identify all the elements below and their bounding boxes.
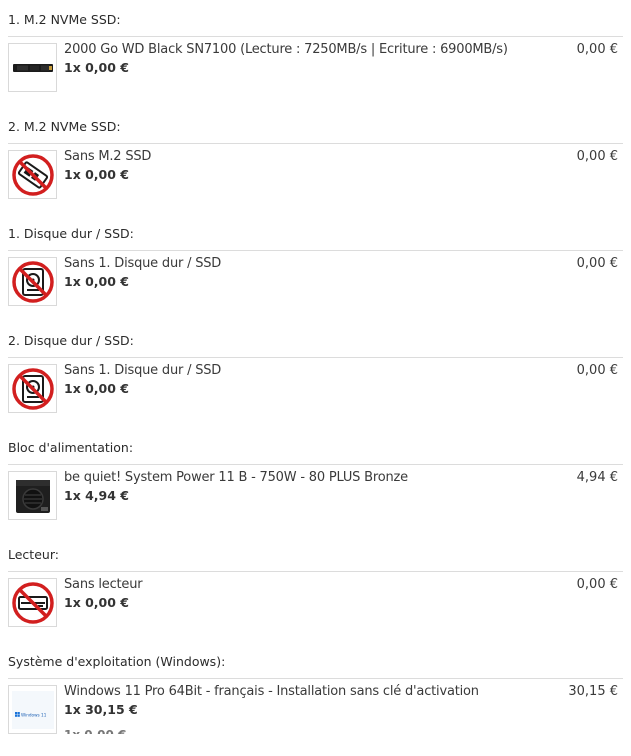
product-thumbnail[interactable] xyxy=(8,471,57,520)
config-section-hdd-1: 1. Disque dur / SSD: Sans 1. Disque dur … xyxy=(8,221,623,328)
item-quantity: 1x 0,00 € xyxy=(64,60,130,75)
no-optical-drive-icon xyxy=(11,581,54,624)
section-divider xyxy=(8,357,623,358)
ssd-image xyxy=(12,63,53,72)
windows-11-box-image: Windows 11 xyxy=(11,690,54,729)
config-section-m2-ssd-2: 2. M.2 NVMe SSD: Sans M.2 SSD 1x 0,00 € … xyxy=(8,114,623,221)
config-section-operating-system: Système d'exploitation (Windows): Window… xyxy=(8,649,623,756)
item-price: 0,00 € xyxy=(576,256,618,271)
config-section-power-supply: Bloc d'alimentation: be quiet! System Po… xyxy=(8,435,623,542)
item-name: Windows 11 Pro 64Bit - français - Instal… xyxy=(64,684,479,699)
product-thumbnail[interactable] xyxy=(8,150,57,199)
no-m2-ssd-icon xyxy=(11,153,54,196)
section-title: 2. Disque dur / SSD: xyxy=(8,333,134,348)
item-quantity: 1x 0,00 € xyxy=(64,274,130,289)
item-name: Sans lecteur xyxy=(64,577,143,592)
product-thumbnail[interactable] xyxy=(8,257,57,306)
item-name: Sans 1. Disque dur / SSD xyxy=(64,363,222,378)
section-title: 2. M.2 NVMe SSD: xyxy=(8,119,121,134)
section-title: Bloc d'alimentation: xyxy=(8,440,134,455)
section-divider xyxy=(8,143,623,144)
config-section-hdd-2: 2. Disque dur / SSD: Sans 1. Disque dur … xyxy=(8,328,623,435)
product-thumbnail[interactable] xyxy=(8,364,57,413)
config-section-optical-drive: Lecteur: Sans lecteur 1x 0,00 € 0,00 € xyxy=(8,542,623,649)
item-quantity: 1x 0,00 € xyxy=(64,381,130,396)
no-hard-drive-icon xyxy=(11,260,54,303)
power-supply-image xyxy=(15,479,50,513)
item-price: 0,00 € xyxy=(576,149,618,164)
section-divider xyxy=(8,250,623,251)
item-price: 0,00 € xyxy=(576,577,618,592)
product-thumbnail[interactable] xyxy=(8,43,57,92)
item-name: be quiet! System Power 11 B - 750W - 80 … xyxy=(64,470,408,485)
item-price: 30,15 € xyxy=(568,684,618,699)
section-title: 1. M.2 NVMe SSD: xyxy=(8,12,121,27)
section-title: Lecteur: xyxy=(8,547,59,562)
item-quantity: 1x 4,94 € xyxy=(64,488,130,503)
cut-off-quantity-text: 1x 0,00 € xyxy=(64,728,126,734)
item-price: 0,00 € xyxy=(576,363,618,378)
item-name: Sans M.2 SSD xyxy=(64,149,152,164)
item-quantity: 1x 0,00 € xyxy=(64,595,130,610)
section-divider xyxy=(8,36,623,37)
section-title: 1. Disque dur / SSD: xyxy=(8,226,134,241)
no-hard-drive-icon xyxy=(11,367,54,410)
section-divider xyxy=(8,464,623,465)
item-price: 4,94 € xyxy=(576,470,618,485)
windows-box-label: Windows 11 xyxy=(21,712,47,717)
section-divider xyxy=(8,571,623,572)
item-name: 2000 Go WD Black SN7100 (Lecture : 7250M… xyxy=(64,42,508,57)
item-quantity: 1x 0,00 € xyxy=(64,167,130,182)
product-thumbnail[interactable]: Windows 11 xyxy=(8,685,57,734)
section-divider xyxy=(8,678,623,679)
item-price: 0,00 € xyxy=(576,42,618,57)
config-section-m2-ssd-1: 1. M.2 NVMe SSD: 2000 Go WD Black SN7100… xyxy=(8,7,623,114)
item-quantity: 1x 30,15 € xyxy=(64,702,138,717)
section-title: Système d'exploitation (Windows): xyxy=(8,654,226,669)
item-name: Sans 1. Disque dur / SSD xyxy=(64,256,222,271)
product-thumbnail[interactable] xyxy=(8,578,57,627)
